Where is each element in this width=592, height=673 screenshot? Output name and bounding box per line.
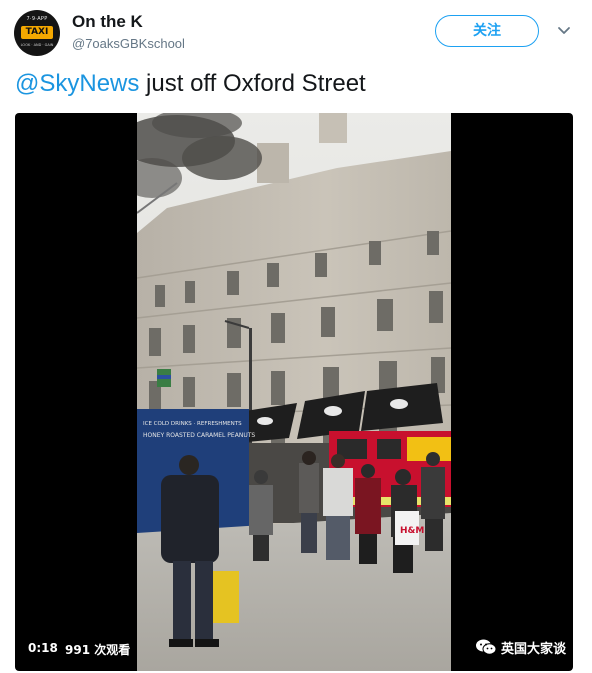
avatar-bottom-text: LOOK · AND · GAIN xyxy=(20,43,54,47)
author-handle[interactable]: @7oaksGBKschool xyxy=(72,36,185,51)
video-frame: ICE COLD DRINKS · REFRESHMENTS HONEY ROA… xyxy=(137,113,451,671)
mention-link[interactable]: @SkyNews xyxy=(15,70,139,97)
tweet-body: just off Oxford Street xyxy=(139,70,366,97)
kiosk-sign-line-2: HONEY ROASTED CARAMEL PEANUTS xyxy=(143,432,255,439)
shopping-bag-text: H&M xyxy=(400,526,424,536)
avatar-top-text: 7·9·APP xyxy=(26,16,48,22)
tweet-text: @SkyNews just off Oxford Street xyxy=(15,70,366,98)
chevron-down-icon[interactable] xyxy=(556,24,572,38)
kiosk-sign-line-1: ICE COLD DRINKS · REFRESHMENTS xyxy=(143,421,242,427)
wechat-icon xyxy=(476,639,497,655)
avatar[interactable]: 7·9·APP TAXI LOOK · AND · GAIN xyxy=(14,10,60,56)
video-player[interactable]: ICE COLD DRINKS · REFRESHMENTS HONEY ROA… xyxy=(15,113,573,671)
watermark-text: 英国大家谈 xyxy=(501,641,567,657)
follow-button[interactable]: 关注 xyxy=(435,15,539,47)
author-name[interactable]: On the K xyxy=(72,12,143,32)
video-views: 991 次观看 xyxy=(65,643,131,657)
watermark: 英国大家谈 xyxy=(475,636,566,658)
video-timestamp: 0:18 xyxy=(28,641,58,655)
taxi-badge: TAXI xyxy=(21,26,53,39)
